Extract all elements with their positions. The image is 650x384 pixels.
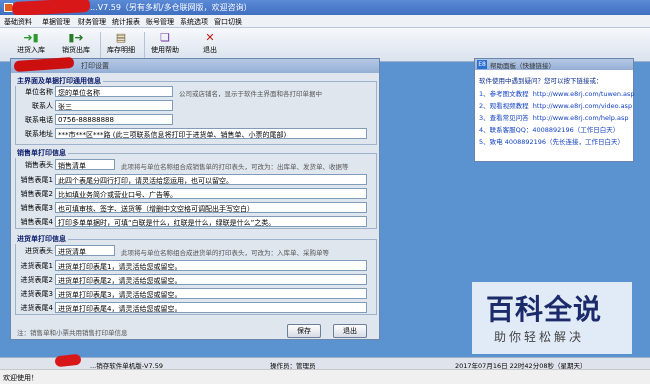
company-name-hint: 公司或店铺名，显示于软件主界面和各打印单据中 <box>179 90 322 98</box>
help-link-num: 2、 <box>479 102 490 110</box>
help-qq[interactable]: 4、联系客服QQ：4008892196（工作日白天） <box>479 124 619 134</box>
inbox-icon: ➜▮ <box>23 31 39 44</box>
purchase-in-button[interactable]: ➜▮ 进货入库 <box>10 30 52 60</box>
contact-field[interactable]: 张三 <box>55 100 173 111</box>
menu-item-system[interactable]: 系统选项 <box>180 17 208 27</box>
menu-item-window[interactable]: 窗口切换 <box>214 17 242 27</box>
phone-field[interactable]: 0756-88888888 <box>55 114 173 125</box>
dialog-exit-button[interactable]: 退出 <box>333 324 367 338</box>
close-icon: ✕ <box>205 31 215 44</box>
purchase-footer3-field[interactable]: 进货单打印表尾3，请灵活给您或留空。 <box>55 288 367 299</box>
help-link-text: 参考图文教程 <box>489 90 529 98</box>
help-panel: E8 帮助面板（快捷链接） 软件使用中遇到疑问？您可以按下链接或： 1、参考图文… <box>474 58 635 162</box>
menu-item-reports[interactable]: 统计报表 <box>112 17 140 27</box>
sales-heading: 销售单打印信息 <box>15 148 68 158</box>
sales-header-label: 销售表头 <box>25 161 53 169</box>
help-link-url: http://www.e8rj.com/video.asp <box>532 102 633 110</box>
purchase-header-hint: 此项将与单位名称组合成进货单的打印表头，可改为：入库单、采购单等 <box>121 249 329 257</box>
purchase-footer4-field[interactable]: 进货单打印表尾4，请灵活给您或留空。 <box>55 302 367 313</box>
dialog-note: 注：销售单和小票共用销售打印单信息 <box>17 329 128 337</box>
purchase-footer3-label: 进货表尾3 <box>20 290 53 298</box>
help-link-faq[interactable]: 3、查看常见问答 http://www.e8rj.com/help.asp <box>479 112 628 122</box>
print-settings-dialog: 打印设置 主界面及单据打印通用信息 单位名称 您的单位名称 公司或店铺名，显示于… <box>10 58 380 340</box>
sales-footer2-label: 销售表尾2 <box>20 190 53 198</box>
purchase-header-field[interactable]: 进货清单 <box>55 245 115 256</box>
exit-button[interactable]: ✕ 退出 <box>189 30 231 60</box>
sales-footer2-field[interactable]: 比如填业务简介或营业口号、广告等。 <box>55 188 367 199</box>
contact-label: 联系人 <box>32 102 53 110</box>
menu-item-documents[interactable]: 单据管理 <box>42 17 70 27</box>
help-panel-icon: E8 <box>477 60 487 69</box>
menu-bar: 基础资料 单据管理 财务管理 统计报表 账号管理 系统选项 窗口切换 <box>0 15 650 28</box>
purchase-footer1-label: 进货表尾1 <box>20 262 53 270</box>
sales-header-hint: 此项将与单位名称组合成销售单的打印表头，可改为：出库单、发货单、收据等 <box>121 163 349 171</box>
menu-item-accounts[interactable]: 账号管理 <box>146 17 174 27</box>
outbox-icon: ▮➜ <box>68 31 84 44</box>
help-panel-title: 帮助面板（快捷链接） <box>490 62 555 70</box>
phone-label: 联系电话 <box>25 116 53 124</box>
help-link-num: 3、 <box>479 114 490 122</box>
watermark: 百科全说 助你轻松解决 <box>472 282 632 354</box>
sales-footer1-field[interactable]: 此四个表尾分四行打印，请灵活给您运用，也可以留空。 <box>55 174 367 185</box>
sales-footer4-label: 销售表尾4 <box>20 218 53 226</box>
watermark-subtitle: 助你轻松解决 <box>494 330 585 344</box>
help-link-text: 查看常见问答 <box>489 114 529 122</box>
sales-header-field[interactable]: 销售清单 <box>55 159 115 170</box>
company-name-field[interactable]: 您的单位名称 <box>55 86 173 97</box>
dialog-title: 打印设置 <box>81 62 109 70</box>
address-field[interactable]: ***市***区***路 (此三项联系信息将打印于进货单、销售单、小票的尾部) <box>55 128 367 139</box>
purchase-heading: 进货单打印信息 <box>15 234 68 244</box>
bottom-status-bar: 欢迎使用！ <box>0 369 650 384</box>
purchase-footer2-field[interactable]: 进货单打印表尾2，请灵活给您或留空。 <box>55 274 367 285</box>
status-bar: ...销存软件单机版-V7.59 操作员：管理员 2017年07月16日 22时… <box>0 357 650 370</box>
purchase-footer1-field[interactable]: 进货单打印表尾1，请灵活给您或留空。 <box>55 260 367 271</box>
sales-footer3-field[interactable]: 也可填审核、签字、送货等（增删中文空格可调配出手写空白） <box>55 202 367 213</box>
main-info-heading: 主界面及单据打印通用信息 <box>15 76 103 86</box>
help-panel-titlebar: E8 帮助面板（快捷链接） <box>475 59 633 70</box>
toolbar: ➜▮ 进货入库 ▮➜ 销货出库 ▤ 库存明细 ❏ 使用帮助 ✕ 退出 <box>0 28 650 62</box>
address-label: 联系地址 <box>25 130 53 138</box>
window-titlebar: ...V7.59（另有多机/多仓联网版，欢迎咨询） <box>0 0 650 15</box>
help-phone: 5、致电 4008892196（先长连接，工作日白天） <box>479 138 625 146</box>
sales-footer3-label: 销售表尾3 <box>20 204 53 212</box>
help-link-num: 1、 <box>479 90 490 98</box>
save-button[interactable]: 保存 <box>287 324 321 338</box>
help-link-video[interactable]: 2、观看视频教程 http://www.e8rj.com/video.asp <box>479 100 632 110</box>
menu-item-basic-data[interactable]: 基础资料 <box>4 17 32 27</box>
sales-footer1-label: 销售表尾1 <box>20 176 53 184</box>
inventory-icon: ▤ <box>115 31 127 44</box>
sales-out-button[interactable]: ▮➜ 销货出库 <box>55 30 97 60</box>
company-name-label: 单位名称 <box>25 88 53 96</box>
menu-item-finance[interactable]: 财务管理 <box>78 17 106 27</box>
help-link-tutorial[interactable]: 1、参考图文教程 http://www.e8rj.com/tuwen.asp <box>479 88 635 98</box>
bottom-status-text: 欢迎使用！ <box>3 374 38 382</box>
watermark-logo: 百科全说 <box>486 293 603 326</box>
purchase-footer4-label: 进货表尾4 <box>20 304 53 312</box>
help-book-icon: ❏ <box>160 31 170 44</box>
help-link-url: http://www.e8rj.com/tuwen.asp <box>532 90 635 98</box>
help-link-text: 观看视频教程 <box>489 102 529 110</box>
purchase-header-label: 进货表头 <box>25 247 53 255</box>
sales-footer4-field[interactable]: 打印多单单据时，可填“白联是什么，红联是什么，绿联是什么”之类。 <box>55 216 367 227</box>
help-intro: 软件使用中遇到疑问？您可以按下链接或： <box>479 77 603 85</box>
inventory-button[interactable]: ▤ 库存明细 <box>100 30 142 60</box>
help-link-url: http://www.e8rj.com/help.asp <box>532 114 629 122</box>
help-button[interactable]: ❏ 使用帮助 <box>144 30 186 60</box>
purchase-footer2-label: 进货表尾2 <box>20 276 53 284</box>
window-title: ...V7.59（另有多机/多仓联网版，欢迎咨询） <box>90 3 252 12</box>
